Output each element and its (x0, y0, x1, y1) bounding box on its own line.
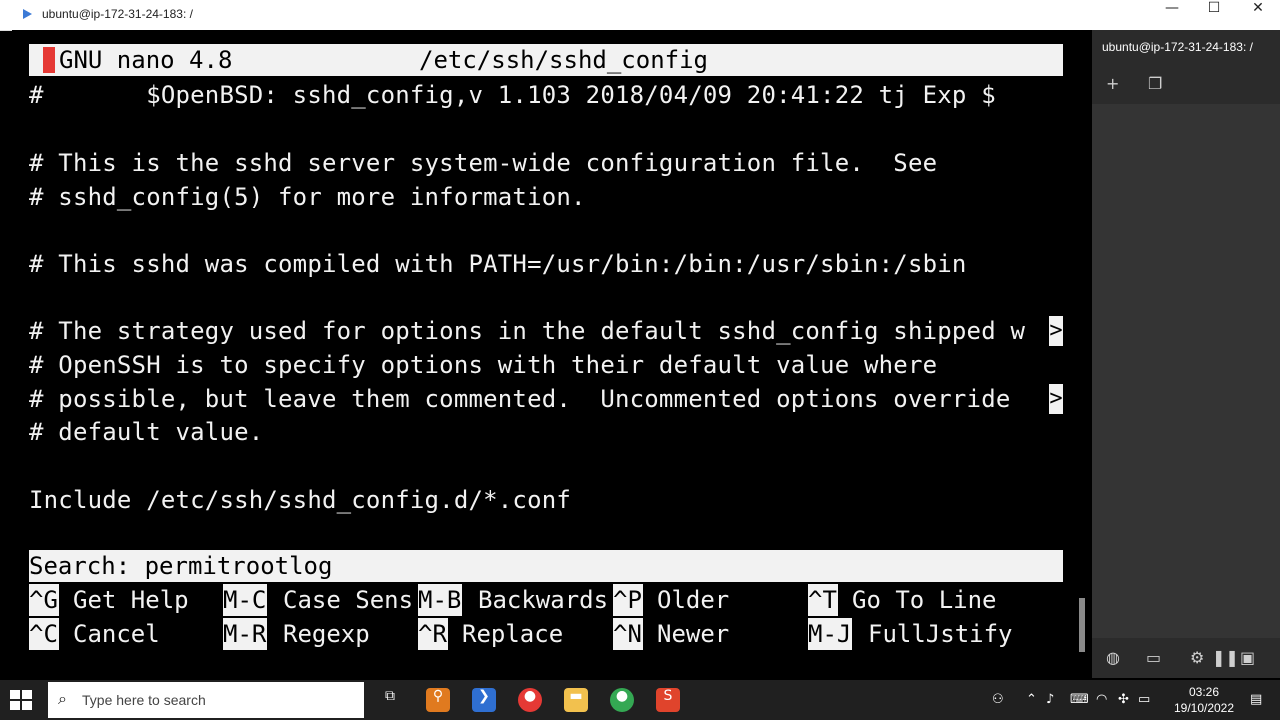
shortcut-newer[interactable]: Newer (657, 618, 729, 650)
duplicate-icon[interactable]: ❐ (1148, 74, 1162, 93)
windows-start-icon[interactable] (10, 690, 32, 710)
clock[interactable]: 03:26 19/10/2022 (1168, 684, 1240, 716)
close-button[interactable]: ✕ (1236, 0, 1280, 30)
shortcut-go-to-line[interactable]: Go To Line (852, 584, 997, 616)
sublime-icon[interactable]: S (656, 688, 680, 712)
line-overflow-marker: > (1049, 316, 1063, 346)
panel-footer: ◍ ▭ ⚙ ❚❚ ▣ (1092, 638, 1280, 678)
terminal-scrollbar[interactable] (1079, 598, 1085, 652)
side-panel: ubuntu@ip-172-31-24-183: / + ❐ ◍ ▭ ⚙ ❚❚ … (1092, 30, 1280, 678)
search-icon: ⌕ (58, 689, 67, 708)
chrome-icon[interactable]: ● (518, 688, 542, 712)
file-line: Include /etc/ssh/sshd_config.d/*.conf (29, 486, 572, 514)
shortcut-key: ^P (613, 584, 643, 616)
shortcut-key: M-B (418, 584, 462, 616)
keyboard-tray-icon[interactable]: ▭ (1138, 692, 1150, 707)
window-title: ubuntu@ip-172-31-24-183: / (42, 7, 193, 21)
search-prompt-bar[interactable]: Search: permitrootlog (29, 550, 1063, 582)
terminal-area[interactable]: GNU nano 4.8 /etc/ssh/sshd_config # $Ope… (12, 30, 1092, 678)
panel-body (1092, 104, 1280, 638)
taskbar-search[interactable]: ⌕ Type here to search (48, 682, 364, 718)
shortcut-cancel[interactable]: Cancel (73, 618, 160, 650)
notification-icon[interactable]: ▤ (1250, 692, 1262, 707)
panel-toolbar: + ❐ (1092, 64, 1280, 104)
task-view-icon[interactable]: ⧉ (378, 688, 402, 712)
file-explorer-icon[interactable]: ▬ (564, 688, 588, 712)
file-line: # The strategy used for options in the d… (29, 317, 1026, 345)
shortcut-key: ^T (808, 584, 838, 616)
shortcut-key: ^N (613, 618, 643, 650)
shortcut-key: ^C (29, 618, 59, 650)
language-icon[interactable]: ⌨ (1070, 692, 1089, 707)
file-line: # possible, but leave them commented. Un… (29, 385, 1026, 413)
clock-date: 19/10/2022 (1173, 701, 1235, 715)
nano-version: GNU nano 4.8 (59, 46, 233, 74)
file-line: # This sshd was compiled with PATH=/usr/… (29, 250, 967, 278)
app-search-icon[interactable]: ⚲ (426, 688, 450, 712)
shortcut-key: M-R (223, 618, 267, 650)
maximize-button[interactable]: ☐ (1192, 0, 1236, 30)
shortcut-backwards[interactable]: Backwards (478, 584, 608, 616)
panel-session-title[interactable]: ubuntu@ip-172-31-24-183: / (1102, 40, 1253, 54)
search-placeholder[interactable]: Type here to search (82, 692, 206, 708)
chrome-alt-icon[interactable]: ● (610, 688, 634, 712)
file-line: # default value. (29, 418, 264, 446)
shortcut-full-justify[interactable]: FullJstify (868, 618, 1013, 650)
terminal-taskbar-icon[interactable]: ❯ (472, 688, 496, 712)
chevron-up-icon[interactable]: ⌃ (1026, 692, 1037, 707)
file-line: # sshd_config(5) for more information. (29, 183, 586, 211)
shortcut-case-sens[interactable]: Case Sens (283, 584, 413, 616)
volume-icon[interactable]: ♪ (1046, 692, 1054, 707)
keyboard-icon[interactable]: ▭ (1146, 648, 1161, 667)
line-overflow-marker: > (1049, 384, 1063, 414)
shortcut-regexp[interactable]: Regexp (283, 618, 370, 650)
globe-icon[interactable]: ◍ (1106, 648, 1120, 667)
minimize-button[interactable]: — (1150, 0, 1194, 30)
pause-icon[interactable]: ❚❚ (1212, 648, 1239, 667)
file-line: # $OpenBSD: sshd_config,v 1.103 2018/04/… (29, 81, 996, 109)
network-icon[interactable]: ✣ (1118, 692, 1129, 707)
terminal-app-icon (23, 9, 32, 19)
shortcut-get-help[interactable]: Get Help (73, 584, 189, 616)
nano-header-bar: GNU nano 4.8 /etc/ssh/sshd_config (29, 44, 1063, 76)
search-prompt[interactable]: Search: permitrootlog (29, 550, 332, 582)
shortcut-replace[interactable]: Replace (462, 618, 563, 650)
add-icon[interactable]: + (1106, 74, 1119, 93)
clock-time: 03:26 (1188, 685, 1220, 699)
window-title-bar: ubuntu@ip-172-31-24-183: / — ☐ ✕ (0, 0, 1280, 31)
shortcut-key: ^G (29, 584, 59, 616)
people-icon[interactable]: ⚇ (992, 692, 1004, 707)
gear-icon[interactable]: ⚙ (1190, 648, 1204, 667)
shortcut-key: ^R (418, 618, 448, 650)
file-line: # OpenSSH is to specify options with the… (29, 351, 938, 379)
shortcut-older[interactable]: Older (657, 584, 729, 616)
shortcut-key: M-J (808, 618, 852, 650)
nano-filename: /etc/ssh/sshd_config (419, 46, 708, 74)
shortcut-key: M-C (223, 584, 267, 616)
file-line: # This is the sshd server system-wide co… (29, 149, 938, 177)
screen-icon[interactable]: ▣ (1240, 648, 1255, 667)
wifi-icon[interactable]: ◠ (1096, 692, 1107, 707)
taskbar: ⌕ Type here to search ⧉ ⚲ ❯ ● ▬ ● S ⚇ ⌃ … (0, 680, 1280, 720)
text-cursor (43, 47, 55, 73)
